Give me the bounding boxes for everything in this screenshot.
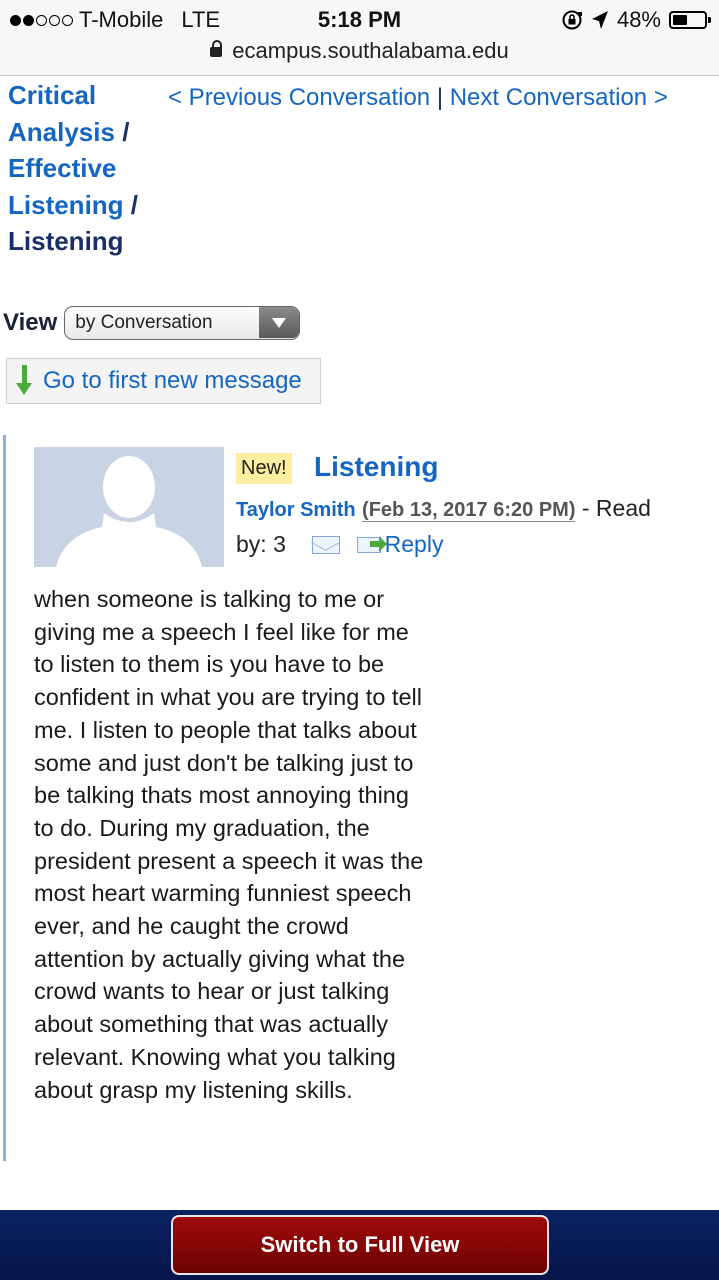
breadcrumb-current-page: Listening xyxy=(8,226,124,256)
post-meta: Taylor Smith (Feb 13, 2017 6:20 PM) - Re… xyxy=(236,491,696,561)
view-label: View xyxy=(3,309,58,336)
breadcrumb-link-critical-analysis[interactable]: Critical Analysis xyxy=(8,80,115,147)
view-selector-row: View by Conversation xyxy=(3,306,301,340)
read-by-count: by: 3 xyxy=(236,531,286,557)
breadcrumb-separator: / xyxy=(122,116,130,147)
avatar xyxy=(34,447,224,567)
post-body: when someone is talking to me or giving … xyxy=(34,586,424,1103)
view-dropdown-value: by Conversation xyxy=(75,312,213,333)
status-bar: T-Mobile LTE 5:18 PM 48% ecampus.southal… xyxy=(0,0,719,76)
breadcrumb-separator: / xyxy=(130,189,139,220)
new-badge: New! xyxy=(236,453,292,484)
reply-link[interactable]: Reply xyxy=(385,531,444,557)
default-user-silhouette-icon xyxy=(56,456,202,567)
conversation-navigation: < Previous Conversation | Next Conversat… xyxy=(168,84,668,112)
down-arrow-icon xyxy=(15,365,33,397)
location-arrow-icon xyxy=(591,11,608,29)
switch-to-full-view-button[interactable]: Switch to Full View xyxy=(171,1215,549,1275)
view-dropdown[interactable]: by Conversation xyxy=(64,306,301,340)
previous-conversation-link[interactable]: < Previous Conversation xyxy=(168,84,430,111)
author-link[interactable]: Taylor Smith xyxy=(236,499,356,521)
go-to-first-new-message-label: Go to first new message xyxy=(43,367,302,394)
post-title[interactable]: Listening xyxy=(314,451,438,483)
address-bar[interactable]: ecampus.southalabama.edu xyxy=(0,38,719,64)
reply-icon[interactable] xyxy=(356,535,387,555)
nav-divider: | xyxy=(436,84,444,111)
rotation-lock-icon xyxy=(562,10,582,30)
next-conversation-link[interactable]: Next Conversation > xyxy=(450,84,668,111)
battery-icon xyxy=(669,11,711,29)
breadcrumb-link-effective-listening[interactable]: Effective Listening xyxy=(8,153,124,220)
url-text: ecampus.southalabama.edu xyxy=(232,38,509,63)
read-by-prefix: - Read xyxy=(581,495,651,521)
go-to-first-new-message-button[interactable]: Go to first new message xyxy=(6,358,321,404)
breadcrumb: Critical Analysis / Effective Listening … xyxy=(8,77,158,260)
footer-bar: Switch to Full View xyxy=(0,1210,719,1280)
email-author-icon[interactable] xyxy=(312,536,341,554)
lock-icon xyxy=(210,40,223,57)
chevron-down-icon xyxy=(259,307,300,338)
post-date: (Feb 13, 2017 6:20 PM) xyxy=(362,499,576,522)
discussion-post: New! Listening Taylor Smith (Feb 13, 201… xyxy=(3,435,719,1161)
battery-percent: 48% xyxy=(616,7,661,32)
